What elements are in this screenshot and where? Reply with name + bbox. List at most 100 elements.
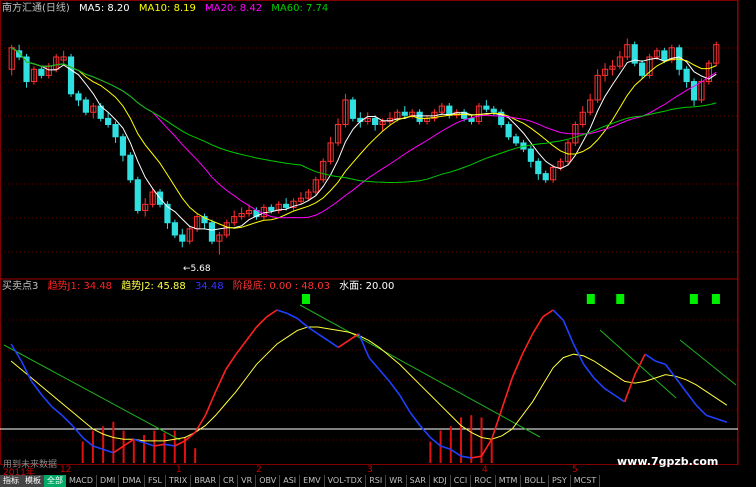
j1-segment [388, 380, 401, 396]
candle-body [683, 68, 690, 83]
x-label-5: 5 [572, 465, 578, 475]
candle-body [38, 68, 45, 76]
j1-segment [562, 319, 575, 345]
j1-segment [225, 353, 237, 370]
candle-body [119, 136, 127, 156]
tab-brar[interactable]: BRAR [191, 475, 221, 487]
tab-cr[interactable]: CR [220, 475, 239, 487]
tab-rsi[interactable]: RSI [366, 475, 387, 487]
j1-segment [112, 445, 125, 454]
candle-body [82, 99, 89, 113]
candle-body [134, 179, 141, 211]
tab-emv[interactable]: EMV [300, 475, 325, 487]
j1-segment [358, 333, 370, 358]
j1-segment [235, 340, 247, 355]
candle-body [639, 62, 646, 76]
tab-category-all[interactable]: 全部 [44, 475, 66, 487]
tab-dmi[interactable]: DMI [97, 475, 120, 487]
j1-segment [440, 445, 452, 451]
tab-roc[interactable]: ROC [471, 475, 496, 487]
j1-segment [143, 441, 155, 447]
candle-body [505, 124, 512, 138]
candle-body [208, 222, 216, 242]
j1-segment [286, 312, 298, 320]
chart-canvas[interactable] [0, 0, 756, 487]
tab-trix[interactable]: TRIX [166, 475, 192, 487]
tab-vol-tdx[interactable]: VOL-TDX [325, 475, 367, 487]
j1-segment [644, 353, 656, 362]
ma5-line [11, 47, 717, 231]
tab-mcst[interactable]: MCST [571, 475, 601, 487]
candle-body [527, 148, 534, 162]
tab-vr[interactable]: VR [238, 475, 257, 487]
tab-category-indicator[interactable]: 指标 [0, 475, 22, 487]
candle-body [67, 56, 75, 95]
candle-body [483, 105, 490, 110]
indicator-tab-bar: 指标 模板 全部 MACD DMI DMA FSL TRIX BRAR CR VR OBV ASI… [0, 475, 612, 487]
ma10-line [11, 47, 717, 229]
j1-segment [471, 455, 482, 459]
j1-segment [685, 391, 697, 406]
watermark: www.7gpzb.com [617, 455, 719, 468]
candle-body [127, 154, 134, 181]
j1-segment [194, 414, 207, 433]
tab-wr[interactable]: WR [386, 475, 407, 487]
j1-segment [41, 394, 53, 408]
j1-segment [531, 316, 544, 335]
tab-fsl[interactable]: FSL [145, 475, 166, 487]
trend-line [679, 339, 737, 386]
j1-segment [296, 317, 309, 328]
candle-body [179, 234, 186, 242]
tab-macd[interactable]: MACD [66, 475, 97, 487]
tab-asi[interactable]: ASI [280, 475, 301, 487]
tab-obv[interactable]: OBV [256, 475, 281, 487]
x-label-3: 3 [367, 465, 373, 475]
j1-segment [71, 425, 84, 439]
j1-segment [460, 455, 472, 459]
low-price-label: ←5.68 [183, 264, 211, 274]
j1-segment [480, 438, 493, 457]
j1-segment [30, 380, 43, 396]
j1-segment [266, 309, 278, 318]
tab-mtm[interactable]: MTM [496, 475, 522, 487]
candle-body [542, 173, 549, 181]
j1-segment [337, 339, 349, 349]
candle-body [372, 117, 379, 126]
buy-signal-marker [711, 294, 720, 304]
candle-body [75, 93, 82, 101]
tab-category-template[interactable]: 模板 [22, 475, 44, 487]
j1-segment [655, 360, 666, 366]
j1-segment [82, 436, 94, 447]
tab-cci[interactable]: CCI [451, 475, 472, 487]
tab-psy[interactable]: PSY [549, 475, 571, 487]
j1-segment [10, 343, 23, 362]
tab-kdj[interactable]: KDJ [430, 475, 451, 487]
candle-body [468, 117, 475, 122]
j1-segment [450, 448, 462, 457]
candle-body [690, 81, 698, 101]
candle-body [512, 136, 520, 144]
tab-boll[interactable]: BOLL [521, 475, 549, 487]
j1-segment [664, 363, 677, 379]
j1-segment [317, 333, 329, 342]
j1-segment [593, 377, 605, 389]
j1-segment [521, 333, 534, 355]
j2-line [10, 326, 728, 442]
buy-signal-marker [302, 294, 310, 304]
j1-segment [255, 316, 268, 328]
j1-segment [716, 418, 728, 423]
candle-body [535, 160, 542, 175]
candle-body [416, 111, 423, 122]
j1-segment [419, 425, 431, 439]
j1-segment [214, 369, 227, 392]
candle-body [283, 203, 290, 208]
tab-dma[interactable]: DMA [119, 475, 145, 487]
j1-segment [307, 326, 319, 335]
x-label-12: 12 [60, 465, 72, 475]
j1-segment [327, 339, 339, 349]
j1-segment [613, 394, 626, 403]
buy-signal-marker [586, 294, 595, 304]
candle-body [171, 222, 178, 236]
j1-segment [102, 448, 114, 454]
tab-sar[interactable]: SAR [407, 475, 430, 487]
